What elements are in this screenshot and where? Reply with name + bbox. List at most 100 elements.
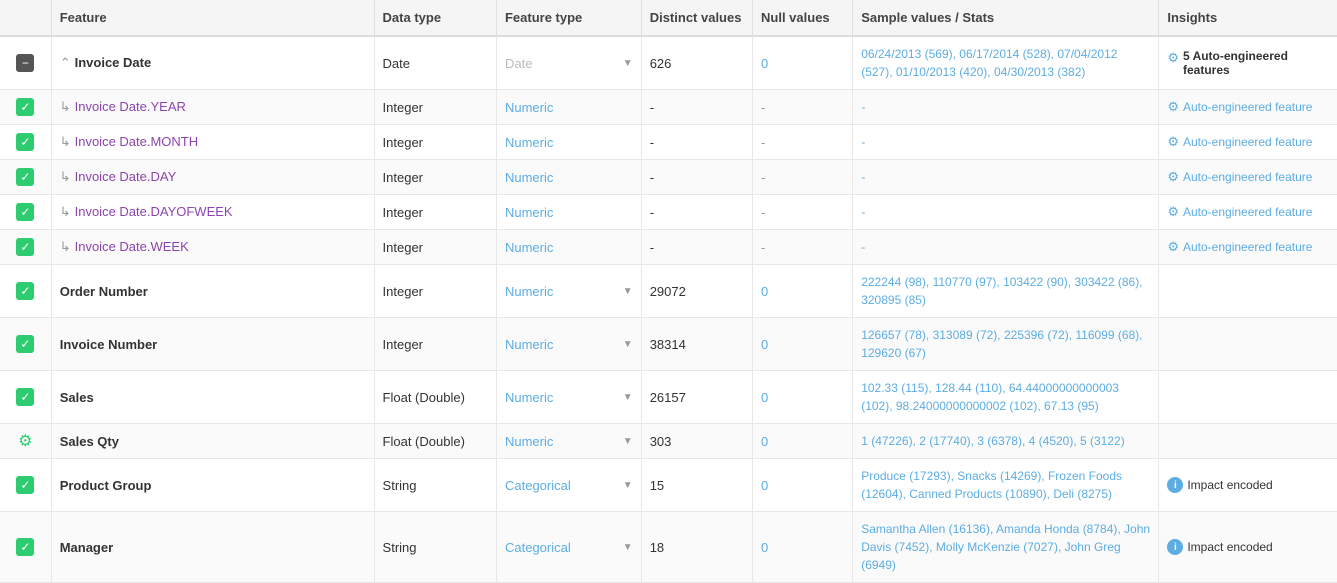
checkbox-cell[interactable]: ✓: [0, 318, 51, 371]
sample-value: 126657 (78), 313089 (72), 225396 (72), 1…: [861, 328, 1142, 360]
checkbox-checked-icon[interactable]: ✓: [16, 388, 34, 406]
dropdown-arrow-icon[interactable]: ▼: [623, 392, 633, 403]
distinct-value: 29072: [650, 284, 686, 299]
checkbox-checked-icon[interactable]: ✓: [16, 168, 34, 186]
dropdown-arrow-icon[interactable]: ▼: [623, 339, 633, 350]
insights-cell: i Impact encoded: [1159, 512, 1337, 583]
dropdown-arrow-icon[interactable]: ▼: [623, 436, 633, 447]
sample-cell: Samantha Allen (16136), Amanda Honda (87…: [853, 512, 1159, 583]
datatype-value: Integer: [383, 100, 423, 115]
datatype-value: Integer: [383, 135, 423, 150]
null-cell: 0: [753, 371, 853, 424]
checkbox-checked-icon[interactable]: ✓: [16, 238, 34, 256]
distinct-cell: 15: [641, 459, 752, 512]
null-value: -: [761, 240, 765, 255]
null-value: -: [761, 205, 765, 220]
sample-value: -: [861, 135, 865, 149]
checkbox-checked-icon[interactable]: ✓: [16, 282, 34, 300]
checkbox-cell[interactable]: ✓: [0, 125, 51, 160]
insights-cell: [1159, 424, 1337, 459]
null-value: 0: [761, 434, 768, 449]
featuretype-value: Numeric: [505, 170, 553, 185]
dropdown-arrow-icon[interactable]: ▼: [623, 480, 633, 491]
null-cell: -: [753, 160, 853, 195]
checkbox-checked-icon[interactable]: ✓: [16, 335, 34, 353]
feature-name: Sales Qty: [60, 434, 119, 449]
datatype-value: String: [383, 540, 417, 555]
checkbox-cell[interactable]: ✓: [0, 160, 51, 195]
checkbox-cell[interactable]: ✓: [0, 512, 51, 583]
table-row: ⚙Sales QtyFloat (Double)Numeric▼30301 (4…: [0, 424, 1337, 459]
featuretype-cell: Numeric▼: [496, 371, 641, 424]
insights-cell: [1159, 371, 1337, 424]
dropdown-arrow-icon[interactable]: ▼: [623, 58, 633, 69]
table-row: ✓Order NumberIntegerNumeric▼290720222244…: [0, 265, 1337, 318]
sample-cell: -: [853, 195, 1159, 230]
checkbox-cell[interactable]: ✓: [0, 371, 51, 424]
sample-cell: -: [853, 90, 1159, 125]
header-sample: Sample values / Stats: [853, 0, 1159, 36]
indent-arrow: ↳: [60, 239, 71, 254]
datatype-cell: String: [374, 512, 496, 583]
featuretype-value: Date: [505, 56, 532, 71]
feature-cell: Sales: [51, 371, 374, 424]
null-value: 0: [761, 540, 768, 555]
datatype-value: String: [383, 478, 417, 493]
sample-value: -: [861, 170, 865, 184]
expand-arrow[interactable]: ⌃: [60, 55, 71, 70]
feature-name: Invoice Date.DAYOFWEEK: [75, 204, 233, 219]
dropdown-arrow-icon[interactable]: ▼: [623, 286, 633, 297]
distinct-value: -: [650, 135, 654, 150]
checkbox-checked-icon[interactable]: ✓: [16, 538, 34, 556]
featuretype-cell: Numeric: [496, 125, 641, 160]
insights-cell: [1159, 318, 1337, 371]
table-row: ✓ManagerStringCategorical▼180Samantha Al…: [0, 512, 1337, 583]
checkbox-cell[interactable]: ✓: [0, 230, 51, 265]
null-cell: 0: [753, 265, 853, 318]
sample-cell: Produce (17293), Snacks (14269), Frozen …: [853, 459, 1159, 512]
sample-value: 102.33 (115), 128.44 (110), 64.440000000…: [861, 381, 1119, 413]
sample-cell: 1 (47226), 2 (17740), 3 (6378), 4 (4520)…: [853, 424, 1159, 459]
featuretype-cell: Numeric: [496, 90, 641, 125]
insights-cell: ⚙ Auto-engineered feature: [1159, 125, 1337, 160]
featuretype-value: Numeric: [505, 100, 553, 115]
header-distinct: Distinct values: [641, 0, 752, 36]
null-value: -: [761, 135, 765, 150]
checkbox-cell[interactable]: ✓: [0, 459, 51, 512]
checkbox-checked-icon[interactable]: ✓: [16, 203, 34, 221]
feature-name: Product Group: [60, 478, 152, 493]
sample-value: -: [861, 205, 865, 219]
sample-cell: 06/24/2013 (569), 06/17/2014 (528), 07/0…: [853, 36, 1159, 90]
distinct-value: 38314: [650, 337, 686, 352]
featuretype-wrapper: Categorical▼: [505, 540, 633, 555]
indent-arrow: ↳: [60, 134, 71, 149]
featuretype-cell: Date ▼: [496, 36, 641, 90]
auto-link-icon: ⚙: [1167, 134, 1179, 150]
checkbox-cell[interactable]: ✓: [0, 90, 51, 125]
null-cell: 0: [753, 36, 853, 90]
feature-name: Invoice Date.YEAR: [75, 99, 186, 114]
feature-cell: ↳Invoice Date.DAYOFWEEK: [51, 195, 374, 230]
checkbox-minus-icon[interactable]: −: [16, 54, 34, 72]
sample-cell: 126657 (78), 313089 (72), 225396 (72), 1…: [853, 318, 1159, 371]
checkbox-checked-icon[interactable]: ✓: [16, 476, 34, 494]
datatype-cell: Integer: [374, 318, 496, 371]
null-value: -: [761, 170, 765, 185]
datatype-value: Date: [383, 56, 410, 71]
sample-value: -: [861, 100, 865, 114]
dropdown-arrow-icon[interactable]: ▼: [623, 542, 633, 553]
target-icon[interactable]: ⚙: [16, 432, 34, 450]
feature-name: Sales: [60, 390, 94, 405]
distinct-value: 303: [650, 434, 672, 449]
checkbox-cell[interactable]: ⚙: [0, 424, 51, 459]
distinct-cell: -: [641, 230, 752, 265]
checkbox-cell[interactable]: ✓: [0, 195, 51, 230]
distinct-value: 626: [650, 56, 672, 71]
sample-cell: -: [853, 230, 1159, 265]
checkbox-cell[interactable]: −: [0, 36, 51, 90]
checkbox-cell[interactable]: ✓: [0, 265, 51, 318]
featuretype-cell: Numeric▼: [496, 265, 641, 318]
sample-value: 222244 (98), 110770 (97), 103422 (90), 3…: [861, 275, 1142, 307]
checkbox-checked-icon[interactable]: ✓: [16, 98, 34, 116]
checkbox-checked-icon[interactable]: ✓: [16, 133, 34, 151]
